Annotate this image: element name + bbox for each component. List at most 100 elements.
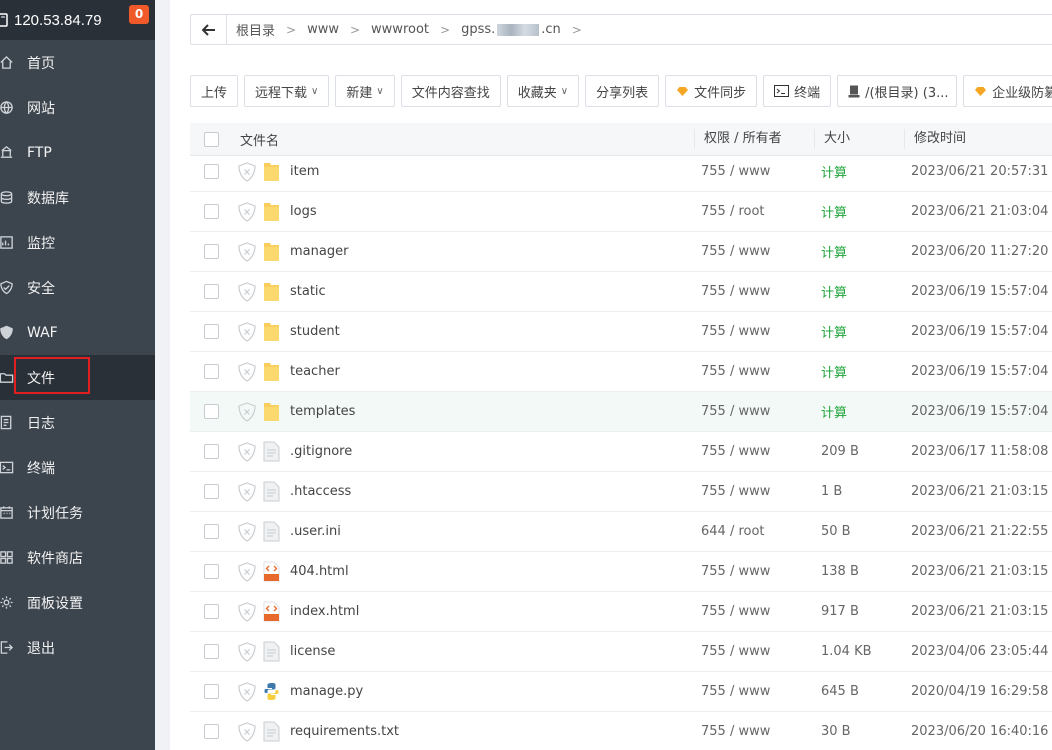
breadcrumb-www[interactable]: www — [307, 22, 339, 37]
table-row[interactable]: license 755 / www 1.04 KB 2023/04/06 23:05:… — [190, 632, 1052, 672]
file-name[interactable]: requirements.txt — [290, 724, 399, 739]
tamper-protect-icon[interactable] — [238, 202, 256, 222]
tamper-protect-icon[interactable] — [238, 522, 256, 542]
file-name[interactable]: manage.py — [290, 684, 363, 699]
tamper-protect-icon[interactable] — [238, 682, 256, 702]
file-name[interactable]: teacher — [290, 364, 340, 379]
table-row[interactable]: static 755 / www 计算 2023/06/19 15:57:04 — [190, 272, 1052, 312]
tamper-protect-icon[interactable] — [238, 442, 256, 462]
row-checkbox[interactable] — [204, 404, 219, 419]
row-checkbox[interactable] — [204, 644, 219, 659]
sidebar-item-2[interactable]: FTP — [0, 130, 155, 175]
sidebar-item-0[interactable]: 首页 — [0, 40, 155, 85]
calculate-size-link[interactable]: 计算 — [821, 322, 847, 341]
file-permission[interactable]: 755 / www — [701, 164, 770, 179]
header-name[interactable]: 文件名 — [240, 130, 279, 149]
remote-download-button[interactable]: 远程下载 ∨ — [244, 75, 330, 107]
tamper-protect-icon[interactable] — [238, 362, 256, 382]
calculate-size-link[interactable]: 计算 — [821, 282, 847, 301]
upload-button[interactable]: 上传 — [190, 75, 239, 107]
row-checkbox[interactable] — [204, 284, 219, 299]
terminal-button[interactable]: 终端 — [763, 75, 832, 107]
new-button[interactable]: 新建 ∨ — [335, 75, 395, 107]
table-row[interactable]: teacher 755 / www 计算 2023/06/19 15:57:04 — [190, 352, 1052, 392]
file-name[interactable]: license — [290, 644, 335, 659]
content-search-button[interactable]: 文件内容查找 — [400, 75, 501, 107]
disk-button[interactable]: /(根目录) (3... — [837, 75, 958, 107]
sidebar-item-11[interactable]: 软件商店 — [0, 535, 155, 580]
select-all-checkbox[interactable] — [204, 131, 219, 147]
calculate-size-link[interactable]: 计算 — [821, 202, 847, 221]
back-button[interactable] — [191, 15, 227, 44]
calculate-size-link[interactable]: 计算 — [821, 162, 847, 181]
file-permission[interactable]: 755 / www — [701, 244, 770, 259]
file-permission[interactable]: 755 / www — [701, 484, 770, 499]
table-row[interactable]: manager 755 / www 计算 2023/06/20 11:27:20 — [190, 232, 1052, 272]
tamper-protect-icon[interactable] — [238, 242, 256, 262]
table-row[interactable]: .htaccess 755 / www 1 B 2023/06/21 21:03:15 — [190, 472, 1052, 512]
tamper-protect-icon[interactable] — [238, 322, 256, 342]
file-name[interactable]: manager — [290, 244, 348, 259]
sidebar-item-1[interactable]: 网站 — [0, 85, 155, 130]
tamper-protect-icon[interactable] — [238, 282, 256, 302]
file-permission[interactable]: 755 / www — [701, 284, 770, 299]
file-name[interactable]: logs — [290, 204, 317, 219]
file-name[interactable]: index.html — [290, 604, 359, 619]
tamper-protect-icon[interactable] — [238, 482, 256, 502]
tamper-protect-icon[interactable] — [238, 602, 256, 622]
calculate-size-link[interactable]: 计算 — [821, 242, 847, 261]
row-checkbox[interactable] — [204, 364, 219, 379]
table-row[interactable]: .gitignore 755 / www 209 B 2023/06/17 11:58… — [190, 432, 1052, 472]
tamper-protect-icon[interactable] — [238, 562, 256, 582]
breadcrumb-wwwroot[interactable]: wwwroot — [371, 22, 429, 37]
share-list-button[interactable]: 分享列表 — [585, 75, 660, 107]
file-name[interactable]: .htaccess — [290, 484, 351, 499]
file-permission[interactable]: 755 / www — [701, 724, 770, 739]
file-permission[interactable]: 755 / www — [701, 604, 770, 619]
tamper-protect-icon[interactable] — [238, 402, 256, 422]
file-permission[interactable]: 644 / root — [701, 524, 765, 539]
table-row[interactable]: logs 755 / root 计算 2023/06/21 21:03:04 — [190, 192, 1052, 232]
sidebar-item-9[interactable]: 终端 — [0, 445, 155, 490]
sidebar-item-12[interactable]: 面板设置 — [0, 580, 155, 625]
calculate-size-link[interactable]: 计算 — [821, 402, 847, 421]
breadcrumb-site[interactable]: gpss. .cn — [461, 22, 561, 37]
row-checkbox[interactable] — [204, 684, 219, 699]
row-checkbox[interactable] — [204, 324, 219, 339]
file-permission[interactable]: 755 / www — [701, 684, 770, 699]
file-permission[interactable]: 755 / www — [701, 324, 770, 339]
tamper-protect-icon[interactable] — [238, 162, 256, 182]
file-permission[interactable]: 755 / root — [701, 204, 765, 219]
file-name[interactable]: .gitignore — [290, 444, 352, 459]
table-row[interactable]: templates 755 / www 计算 2023/06/19 15:57:04 — [190, 392, 1052, 432]
sidebar-item-10[interactable]: 计划任务 — [0, 490, 155, 535]
tamper-protect-icon[interactable] — [238, 642, 256, 662]
header-size[interactable]: 大小 — [814, 129, 850, 149]
file-name[interactable]: templates — [290, 404, 355, 419]
row-checkbox[interactable] — [204, 564, 219, 579]
file-name[interactable]: static — [290, 284, 326, 299]
file-permission[interactable]: 755 / www — [701, 404, 770, 419]
file-sync-button[interactable]: 文件同步 — [665, 75, 758, 107]
table-row[interactable]: manage.py 755 / www 645 B 2020/04/19 16:29:… — [190, 672, 1052, 712]
enterprise-tamper-button[interactable]: 企业级防篡改 — [963, 75, 1052, 107]
sidebar-item-8[interactable]: 日志 — [0, 400, 155, 445]
header-modified-time[interactable]: 修改时间 — [904, 129, 966, 149]
file-name[interactable]: student — [290, 324, 340, 339]
table-row[interactable]: 404.html 755 / www 138 B 2023/06/21 21:03:1… — [190, 552, 1052, 592]
row-checkbox[interactable] — [204, 444, 219, 459]
notification-badge[interactable]: 0 — [129, 5, 149, 24]
file-permission[interactable]: 755 / www — [701, 364, 770, 379]
tamper-protect-icon[interactable] — [238, 722, 256, 742]
file-name[interactable]: .user.ini — [290, 524, 341, 539]
table-row[interactable]: item 755 / www 计算 2023/06/21 20:57:31 — [190, 152, 1052, 192]
row-checkbox[interactable] — [204, 524, 219, 539]
sidebar-item-5[interactable]: 安全 — [0, 265, 155, 310]
sidebar-item-3[interactable]: 数据库 — [0, 175, 155, 220]
calculate-size-link[interactable]: 计算 — [821, 362, 847, 381]
row-checkbox[interactable] — [204, 244, 219, 259]
header-permission[interactable]: 权限 / 所有者 — [694, 129, 782, 149]
table-row[interactable]: index.html 755 / www 917 B 2023/06/21 21:03… — [190, 592, 1052, 632]
file-permission[interactable]: 755 / www — [701, 564, 770, 579]
file-name[interactable]: item — [290, 164, 319, 179]
